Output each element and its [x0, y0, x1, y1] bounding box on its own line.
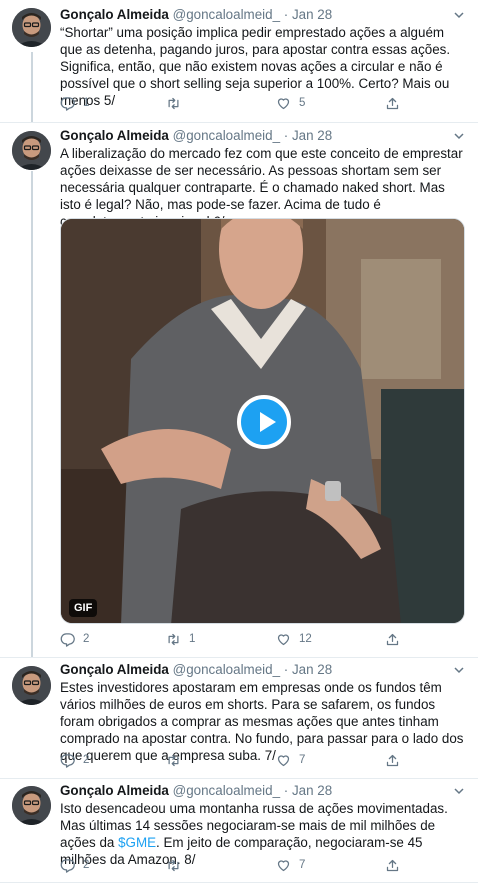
gif-badge: GIF	[69, 599, 98, 617]
tweet-date[interactable]: Jan 28	[292, 662, 332, 677]
share-icon	[386, 754, 399, 766]
like-count: 7	[299, 859, 306, 871]
like-button[interactable]: 7	[276, 751, 305, 769]
heart-icon	[277, 633, 290, 645]
reply-count: 2	[83, 859, 90, 871]
heart-icon	[277, 859, 290, 871]
play-icon	[260, 412, 276, 432]
reply-icon	[60, 632, 75, 647]
author-handle[interactable]: @goncaloalmeid_	[173, 128, 280, 143]
chevron-down-icon[interactable]	[452, 8, 466, 22]
heart-icon	[277, 97, 290, 109]
like-button[interactable]: 7	[276, 856, 305, 874]
tweet-header: Gonçalo Almeida @goncaloalmeid_ · Jan 28	[60, 660, 332, 680]
like-button[interactable]: 12	[276, 630, 312, 648]
tweet-header: Gonçalo Almeida @goncaloalmeid_ · Jan 28	[60, 781, 332, 801]
separator: ·	[283, 662, 289, 677]
tweet-header: Gonçalo Almeida @goncaloalmeid_ · Jan 28	[60, 126, 332, 146]
like-count: 12	[299, 633, 312, 645]
share-button[interactable]	[385, 751, 400, 769]
share-button[interactable]	[385, 630, 400, 648]
tweet-header: Gonçalo Almeida @goncaloalmeid_ · Jan 28	[60, 5, 332, 25]
reply-button[interactable]: 1	[60, 94, 89, 112]
reply-count: 2	[83, 754, 90, 766]
tweet-actions: 2 7	[60, 856, 460, 874]
retweet-icon	[168, 633, 179, 645]
share-button[interactable]	[385, 856, 400, 874]
retweet-icon	[168, 754, 179, 766]
share-icon	[386, 97, 399, 109]
retweet-button[interactable]	[166, 94, 189, 112]
retweet-button[interactable]	[166, 856, 189, 874]
author-name[interactable]: Gonçalo Almeida	[60, 128, 169, 143]
reply-button[interactable]: 2	[60, 856, 89, 874]
reply-icon	[60, 753, 75, 768]
tweet[interactable]: Gonçalo Almeida @goncaloalmeid_ · Jan 28…	[0, 779, 478, 883]
chevron-down-icon[interactable]	[452, 129, 466, 143]
author-handle[interactable]: @goncaloalmeid_	[173, 783, 280, 798]
separator: ·	[283, 783, 289, 798]
reply-count: 1	[83, 97, 90, 109]
retweet-icon	[168, 97, 179, 109]
reply-button[interactable]: 2	[60, 630, 89, 648]
gif-media[interactable]: GIF	[60, 218, 465, 624]
share-button[interactable]	[385, 94, 400, 112]
avatar[interactable]	[12, 8, 51, 47]
reply-icon	[60, 96, 75, 111]
chevron-down-icon[interactable]	[452, 663, 466, 677]
share-icon	[386, 859, 399, 871]
tweet-date[interactable]: Jan 28	[292, 7, 332, 22]
tweet[interactable]: Gonçalo Almeida @goncaloalmeid_ · Jan 28…	[0, 658, 478, 778]
author-handle[interactable]: @goncaloalmeid_	[173, 7, 280, 22]
author-handle[interactable]: @goncaloalmeid_	[173, 662, 280, 677]
retweet-count: 1	[189, 633, 196, 645]
avatar[interactable]	[12, 786, 51, 825]
cashtag-link[interactable]: $GME	[118, 835, 156, 850]
tweet-actions: 2 7	[60, 751, 460, 769]
reply-count: 2	[83, 633, 90, 645]
like-count: 7	[299, 754, 306, 766]
author-name[interactable]: Gonçalo Almeida	[60, 662, 169, 677]
tweet-date[interactable]: Jan 28	[292, 128, 332, 143]
reply-icon	[60, 858, 75, 873]
avatar[interactable]	[12, 666, 51, 705]
avatar[interactable]	[12, 131, 51, 170]
author-name[interactable]: Gonçalo Almeida	[60, 783, 169, 798]
like-count: 5	[299, 97, 306, 109]
retweet-button[interactable]: 1	[166, 630, 195, 648]
share-icon	[386, 633, 399, 645]
separator: ·	[283, 128, 289, 143]
tweet-date[interactable]: Jan 28	[292, 783, 332, 798]
like-button[interactable]: 5	[276, 94, 305, 112]
tweet-actions: 2 1 12	[60, 630, 460, 648]
chevron-down-icon[interactable]	[452, 784, 466, 798]
reply-button[interactable]: 2	[60, 751, 89, 769]
retweet-button[interactable]	[166, 751, 189, 769]
play-button[interactable]	[237, 395, 291, 449]
separator: ·	[283, 7, 289, 22]
retweet-icon	[168, 859, 179, 871]
tweet-actions: 1 5	[60, 94, 460, 112]
author-name[interactable]: Gonçalo Almeida	[60, 7, 169, 22]
tweet[interactable]: Gonçalo Almeida @goncaloalmeid_ · Jan 28…	[0, 0, 478, 122]
heart-icon	[277, 754, 290, 766]
tweet[interactable]: Gonçalo Almeida @goncaloalmeid_ · Jan 28…	[0, 123, 478, 657]
